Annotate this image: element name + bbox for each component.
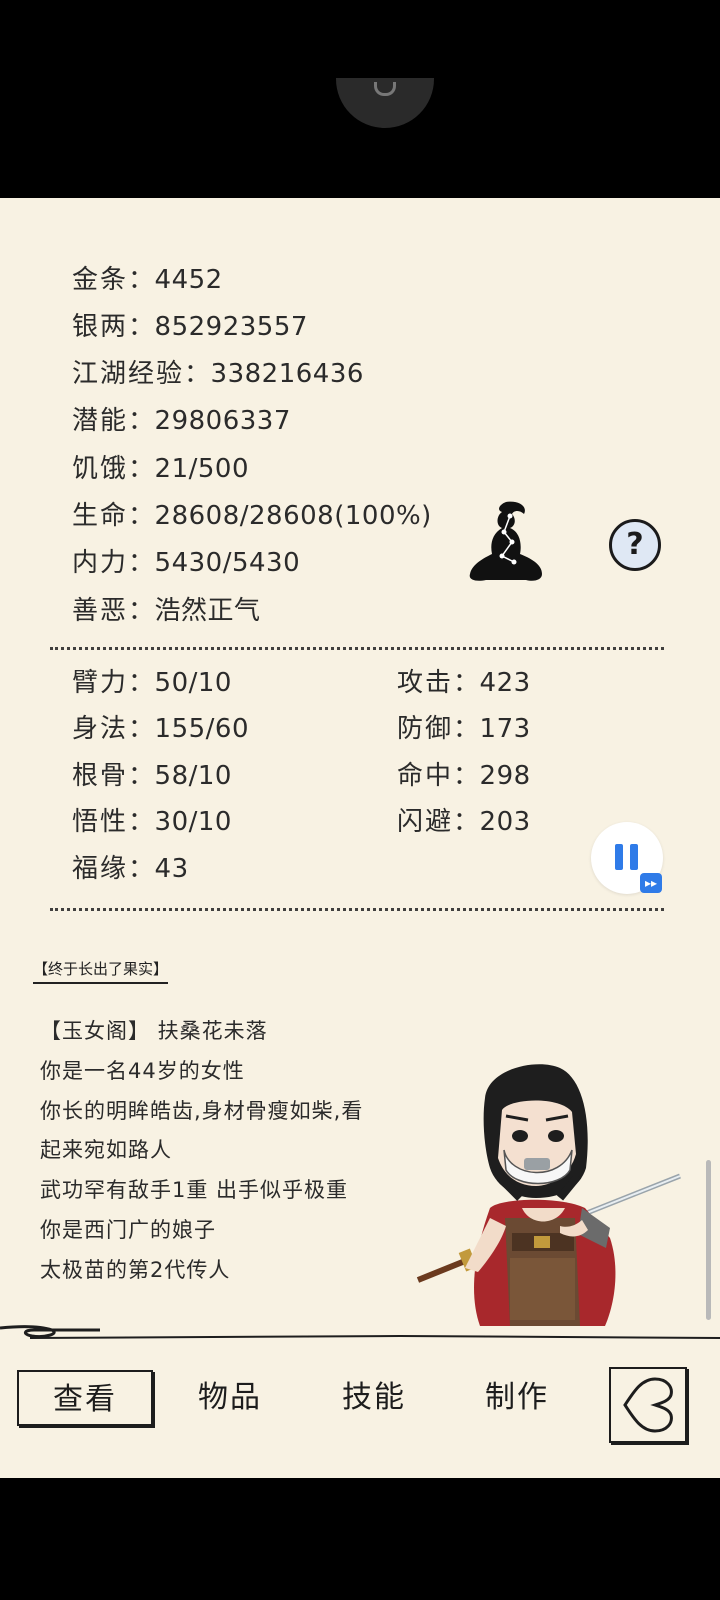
ink-divider (0, 1325, 720, 1339)
tab-craft[interactable]: 制作 (458, 1370, 576, 1426)
character-portrait (416, 1064, 681, 1326)
tab-skills[interactable]: 技能 (315, 1370, 433, 1426)
combat-defense: 防御：173 (397, 714, 531, 744)
stat-health: 生命：28608/28608(100%) (72, 501, 432, 531)
attr-constitution: 根骨：58/10 (72, 761, 232, 791)
bio-line: 武功罕有敌手1重 出手似乎极重 (40, 1178, 349, 1202)
divider (50, 647, 664, 650)
stat-internal-force: 内力：5430/5430 (72, 548, 301, 578)
scrollbar[interactable] (706, 1160, 711, 1320)
stat-gold: 金条：4452 (72, 265, 223, 295)
fast-forward-icon[interactable]: ▸▸ (640, 873, 662, 893)
bio-line: 你长的明眸皓齿,身材骨瘦如柴,看 (40, 1099, 364, 1123)
stat-silver: 银两：852923557 (72, 312, 308, 342)
bio-sect: 【玉女阁】 扶桑花未落 (40, 1019, 268, 1043)
back-icon (623, 1377, 673, 1433)
meditate-icon[interactable] (466, 496, 546, 584)
attr-comprehension: 悟性：30/10 (72, 807, 232, 837)
bio-line: 太极苗的第2代传人 (40, 1258, 231, 1282)
back-button[interactable] (609, 1367, 687, 1443)
attr-fortune: 福缘：43 (72, 854, 189, 884)
tab-view[interactable]: 查看 (17, 1370, 153, 1426)
attr-agility: 身法：155/60 (72, 714, 250, 744)
combat-evasion: 闪避：203 (397, 807, 531, 837)
attr-strength: 臂力：50/10 (72, 668, 232, 698)
stat-experience: 江湖经验：338216436 (72, 359, 364, 389)
status-bar (0, 0, 720, 198)
camera-notch (336, 78, 434, 128)
system-nav-bar (0, 1478, 720, 1600)
help-icon[interactable]: ? (609, 519, 661, 571)
divider (50, 908, 664, 911)
combat-accuracy: 命中：298 (397, 761, 531, 791)
tab-items[interactable]: 物品 (171, 1370, 289, 1426)
bottom-nav: 查看 物品 技能 制作 (0, 1350, 720, 1450)
stat-potential: 潜能：29806337 (72, 406, 291, 436)
pause-icon (615, 844, 623, 870)
bio-line: 起来宛如路人 (40, 1138, 172, 1162)
bio-line: 你是一名44岁的女性 (40, 1059, 245, 1083)
bio-line: 你是西门广的娘子 (40, 1218, 216, 1242)
stat-morality: 善恶：浩然正气 (72, 596, 261, 626)
combat-attack: 攻击：423 (397, 668, 531, 698)
stat-hunger: 饥饿：21/500 (72, 454, 250, 484)
event-title[interactable]: 【终于长出了果实】 (33, 958, 169, 984)
